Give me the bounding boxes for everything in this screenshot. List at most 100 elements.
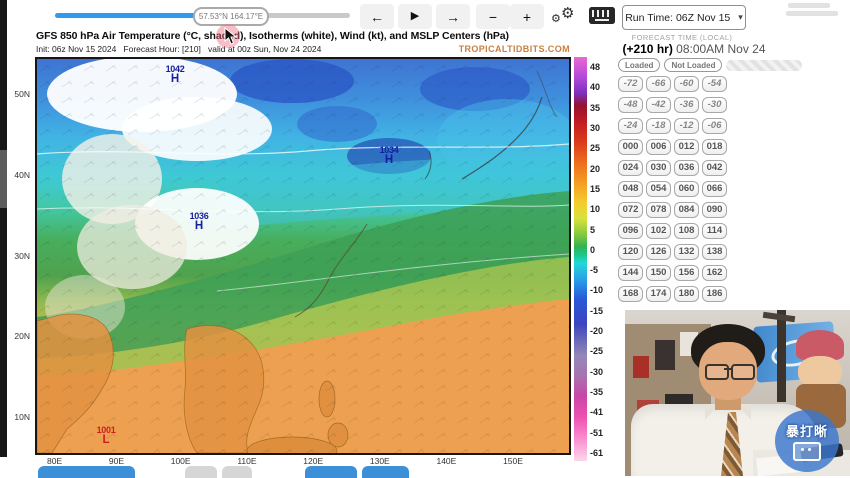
colorbar-tick-label: 30 bbox=[590, 123, 603, 133]
forecast-hour-button[interactable]: 156 bbox=[674, 265, 699, 281]
forecast-hour-button[interactable]: 072 bbox=[618, 202, 643, 218]
forecast-hour-button[interactable]: 108 bbox=[674, 223, 699, 239]
run-time-label: Run Time: 06Z Nov 15 bbox=[625, 12, 730, 24]
colorbar-tick-label: 5 bbox=[590, 225, 603, 235]
forecast-hour-button[interactable]: 048 bbox=[618, 181, 643, 197]
forecast-hour-button[interactable]: 006 bbox=[646, 139, 671, 155]
longitude-tick-label: 80E bbox=[47, 456, 62, 466]
forecast-hour-button[interactable]: 150 bbox=[646, 265, 671, 281]
mslp-high-label: 1034H bbox=[370, 146, 408, 167]
forecast-hour-button[interactable]: 138 bbox=[702, 244, 727, 260]
zoom-out-button[interactable]: − bbox=[476, 4, 510, 29]
forecast-hour-button[interactable]: -60 bbox=[674, 76, 699, 92]
disabled-striped-pill bbox=[726, 60, 802, 71]
webcam-overlay: 暴打晰 bbox=[625, 310, 850, 476]
forecast-time-value: (+210 hr) 08:00AM Nov 24 bbox=[608, 42, 780, 56]
forecast-hour-button[interactable]: 090 bbox=[702, 202, 727, 218]
forecast-hour-button[interactable]: 132 bbox=[674, 244, 699, 260]
forecast-hour-button[interactable]: 042 bbox=[702, 160, 727, 176]
forecast-hour-button[interactable]: 180 bbox=[674, 286, 699, 302]
colorbar-tick-label: -61 bbox=[590, 448, 603, 458]
latitude-axis: 50N40N30N20N10N bbox=[10, 57, 32, 455]
colorbar-tick-label: 15 bbox=[590, 184, 603, 194]
next-frame-button[interactable]: → bbox=[436, 4, 470, 29]
forecast-hour-grid: -72-66-60-54-48-42-36-30-24-18-12-060000… bbox=[618, 76, 727, 302]
longitude-tick-label: 100E bbox=[171, 456, 191, 466]
previous-frame-button[interactable]: ← bbox=[360, 4, 394, 29]
loaded-button[interactable]: Loaded bbox=[618, 58, 660, 72]
shelf-item bbox=[655, 340, 675, 370]
map-title: GFS 850 hPa Air Temperature (°C, shaded)… bbox=[36, 30, 509, 42]
temperature-colorbar bbox=[574, 57, 587, 461]
run-time-dropdown[interactable]: Run Time: 06Z Nov 15 ▾ bbox=[622, 5, 746, 30]
forecast-hour-button[interactable]: 186 bbox=[702, 286, 727, 302]
forecast-hour-button[interactable]: 066 bbox=[702, 181, 727, 197]
stream-watermark-badge: 暴打晰 bbox=[775, 410, 839, 472]
forecast-hour-button[interactable]: 174 bbox=[646, 286, 671, 302]
forecast-hour-button[interactable]: 126 bbox=[646, 244, 671, 260]
colorbar-tick-label: -41 bbox=[590, 407, 603, 417]
forecast-hour-button[interactable]: -12 bbox=[674, 118, 699, 134]
forecast-hour-button[interactable]: -24 bbox=[618, 118, 643, 134]
mouse-cursor-icon bbox=[224, 27, 237, 50]
colorbar-tick-label: -51 bbox=[590, 428, 603, 438]
forecast-hour-button[interactable]: 096 bbox=[618, 223, 643, 239]
forecast-hour-button[interactable]: 030 bbox=[646, 160, 671, 176]
forecast-hour-button[interactable]: 024 bbox=[618, 160, 643, 176]
latitude-tick-label: 30N bbox=[14, 251, 30, 261]
forecast-hour-button[interactable]: -18 bbox=[646, 118, 671, 134]
forecast-hour-button[interactable]: 114 bbox=[702, 223, 727, 239]
bottom-button-partial[interactable] bbox=[185, 466, 217, 478]
forecast-hour-button[interactable]: -66 bbox=[646, 76, 671, 92]
weather-map[interactable]: 1042H 1036H 1034H 1001L bbox=[35, 57, 571, 455]
site-watermark: TROPICALTIDBITS.COM bbox=[290, 44, 570, 54]
forecast-hour-button[interactable]: -48 bbox=[618, 97, 643, 113]
latitude-tick-label: 10N bbox=[14, 412, 30, 422]
forecast-hour-button[interactable]: 162 bbox=[702, 265, 727, 281]
forecast-hour-button[interactable]: 120 bbox=[618, 244, 643, 260]
init-forecast-line: Init: 06z Nov 15 2024 Forecast Hour: [21… bbox=[36, 44, 321, 54]
chevron-down-icon: ▾ bbox=[738, 12, 743, 23]
bottom-button-partial[interactable] bbox=[305, 466, 357, 478]
forecast-hour-offset: (+210 hr) bbox=[622, 42, 672, 56]
forecast-hour-button[interactable]: -30 bbox=[702, 97, 727, 113]
settings-gears-icon[interactable]: ⚙ ⚙ bbox=[551, 4, 583, 30]
forecast-hour-button[interactable]: 036 bbox=[674, 160, 699, 176]
left-scrollbar-thumb[interactable] bbox=[0, 150, 7, 208]
latitude-tick-label: 40N bbox=[14, 170, 30, 180]
forecast-hour-button[interactable]: 018 bbox=[702, 139, 727, 155]
forecast-hour-button[interactable]: 102 bbox=[646, 223, 671, 239]
bottom-button-partial[interactable] bbox=[38, 466, 135, 478]
not-loaded-button[interactable]: Not Loaded bbox=[664, 58, 722, 72]
play-button[interactable]: ▶ bbox=[398, 4, 432, 29]
keyboard-shortcuts-icon[interactable] bbox=[589, 7, 615, 24]
forecast-local-time: 08:00AM Nov 24 bbox=[673, 42, 766, 56]
forecast-hour-button[interactable]: 084 bbox=[674, 202, 699, 218]
bottom-button-partial[interactable] bbox=[222, 466, 252, 478]
glasses-lens bbox=[731, 364, 755, 380]
forecast-hour-button[interactable]: 060 bbox=[674, 181, 699, 197]
forecast-hour-button[interactable]: 144 bbox=[618, 265, 643, 281]
forecast-hour-button[interactable]: 000 bbox=[618, 139, 643, 155]
colorbar-labels: 484035302520151050-5-10-15-20-25-30-35-4… bbox=[590, 62, 603, 458]
glasses bbox=[705, 364, 753, 378]
bottom-button-partial[interactable] bbox=[362, 466, 409, 478]
zoom-in-button[interactable]: + bbox=[510, 4, 544, 29]
forecast-time-heading: FORECAST TIME (LOCAL) bbox=[618, 33, 746, 42]
glasses-lens bbox=[705, 364, 729, 380]
forecast-hour-button[interactable]: 078 bbox=[646, 202, 671, 218]
forecast-hour-button[interactable]: -72 bbox=[618, 76, 643, 92]
forecast-hour-button[interactable]: -36 bbox=[674, 97, 699, 113]
forecast-hour-button[interactable]: 054 bbox=[646, 181, 671, 197]
longitude-tick-label: 130E bbox=[370, 456, 390, 466]
forecast-hour-button[interactable]: -06 bbox=[702, 118, 727, 134]
faint-text-smudge bbox=[788, 3, 830, 8]
forecast-hour-button[interactable]: 012 bbox=[674, 139, 699, 155]
longitude-tick-label: 110E bbox=[237, 456, 256, 466]
forecast-hour-button[interactable]: 168 bbox=[618, 286, 643, 302]
forecast-hour-button[interactable]: -42 bbox=[646, 97, 671, 113]
forecast-hour-button[interactable]: -54 bbox=[702, 76, 727, 92]
colorbar-tick-label: 35 bbox=[590, 103, 603, 113]
colorbar-tick-label: -20 bbox=[590, 326, 603, 336]
colorbar-tick-label: -35 bbox=[590, 387, 603, 397]
